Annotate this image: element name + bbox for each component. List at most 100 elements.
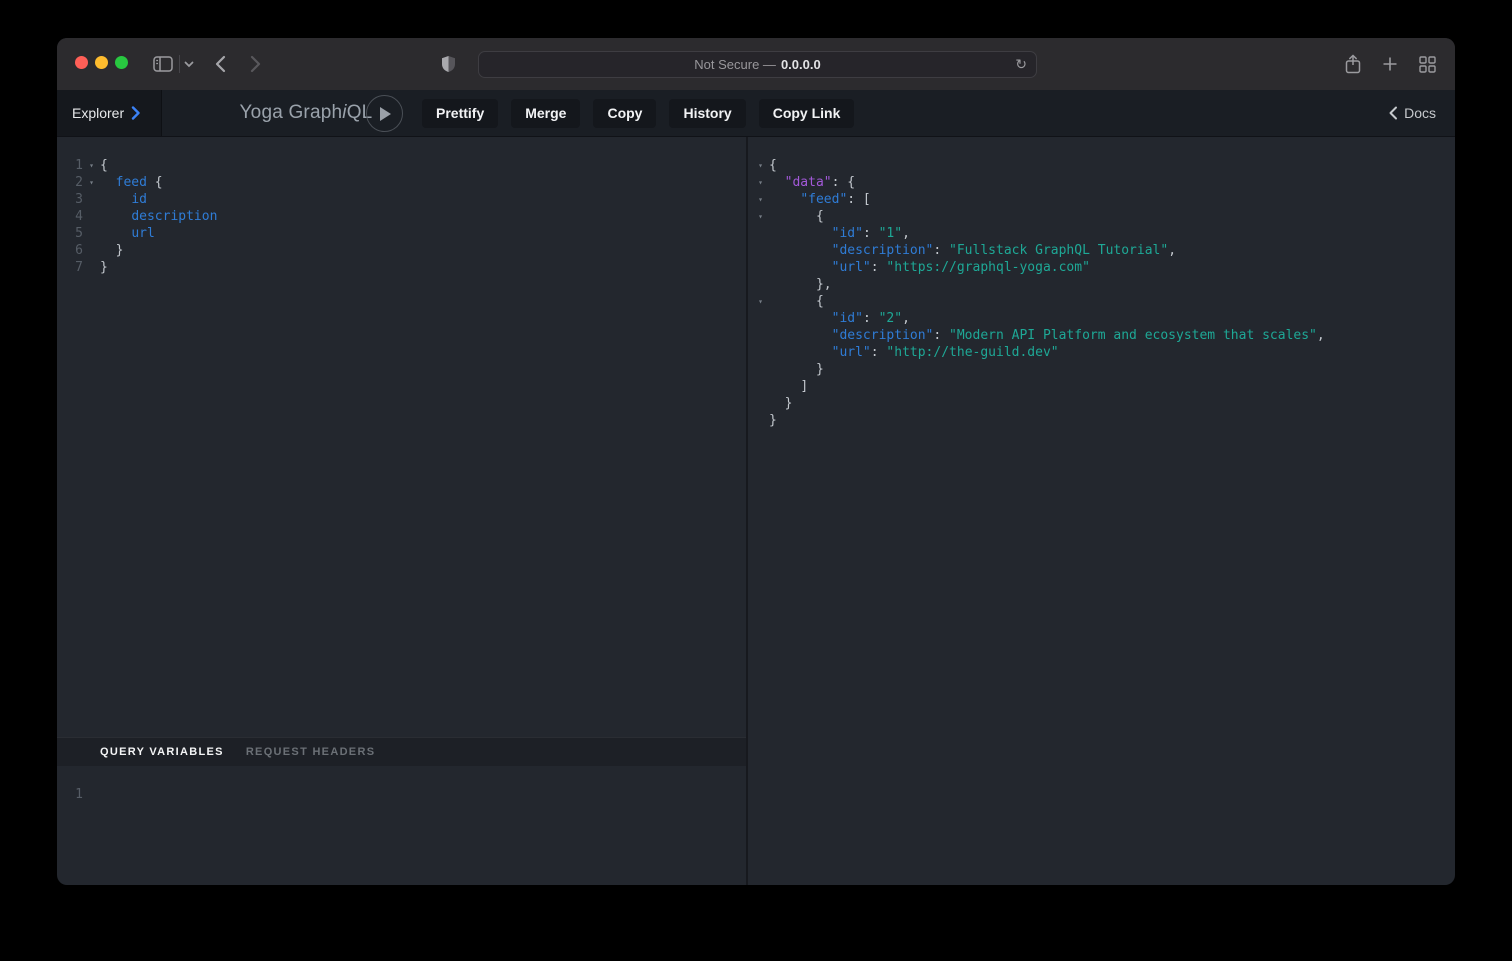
docs-toggle[interactable]: Docs — [1389, 105, 1436, 121]
code-line: } — [752, 361, 1455, 378]
left-column: 1▾{2▾ feed {3 id4 description5 url6 }7} … — [57, 137, 748, 885]
chevron-right-icon — [131, 106, 140, 120]
play-icon — [378, 106, 392, 122]
fold-arrow-icon[interactable]: ▾ — [752, 293, 769, 310]
line-number: 3 — [57, 191, 83, 208]
sidebar-dropdown-button[interactable] — [184, 52, 194, 76]
fold-spacer — [752, 259, 769, 276]
code-text: description — [100, 208, 217, 225]
code-line: } — [752, 395, 1455, 412]
chevron-left-icon — [215, 55, 226, 73]
tab-query-variables[interactable]: QUERY VARIABLES — [100, 746, 224, 758]
code-text: ] — [769, 378, 808, 395]
fold-spacer — [752, 327, 769, 344]
merge-button[interactable]: Merge — [511, 99, 580, 128]
prettify-button[interactable]: Prettify — [422, 99, 498, 128]
fold-arrow-icon[interactable]: ▾ — [752, 191, 769, 208]
zoom-window-button[interactable] — [115, 56, 128, 69]
fold-spacer — [752, 344, 769, 361]
history-button[interactable]: History — [669, 99, 745, 128]
line-number: 6 — [57, 242, 83, 259]
fold-spacer — [752, 242, 769, 259]
code-line: 6 } — [57, 242, 746, 259]
code-line: 5 url — [57, 225, 746, 242]
execute-query-button[interactable] — [366, 95, 403, 132]
code-text: { — [769, 293, 824, 310]
code-line: ▾ { — [752, 293, 1455, 310]
query-editor[interactable]: 1▾{2▾ feed {3 id4 description5 url6 }7} — [57, 137, 746, 737]
code-text: "id": "1", — [769, 225, 910, 242]
code-text: } — [769, 412, 777, 429]
tab-overview-button[interactable] — [1419, 52, 1436, 76]
fold-arrow-icon[interactable]: ▾ — [752, 157, 769, 174]
fold-arrow-icon[interactable]: ▾ — [83, 157, 100, 174]
plus-icon — [1382, 56, 1398, 72]
result-viewer: ▾{▾ "data": {▾ "feed": [▾ { "id": "1", "… — [748, 137, 1455, 885]
copy-button[interactable]: Copy — [593, 99, 656, 128]
code-text: "description": "Fullstack GraphQL Tutori… — [769, 242, 1176, 259]
code-text: } — [769, 395, 792, 412]
chevron-right-icon — [250, 55, 261, 73]
docs-label: Docs — [1404, 105, 1436, 121]
code-line: "url": "https://graphql-yoga.com" — [752, 259, 1455, 276]
main-area: 1▾{2▾ feed {3 id4 description5 url6 }7} … — [57, 137, 1455, 885]
fold-spacer — [752, 276, 769, 293]
sidebar-icon — [153, 56, 173, 72]
address-bar[interactable]: Not Secure — 0.0.0.0 ↻ — [478, 51, 1037, 78]
fold-arrow-icon[interactable]: ▾ — [752, 174, 769, 191]
traffic-lights — [75, 56, 128, 69]
code-text: feed { — [100, 174, 163, 191]
fold-arrow-icon[interactable]: ▾ — [752, 208, 769, 225]
graphiql-toolbar: Explorer Yoga GraphiQL Prettify Merge Co… — [57, 90, 1455, 137]
code-line: "description": "Modern API Platform and … — [752, 327, 1455, 344]
code-text: } — [100, 259, 108, 276]
share-icon — [1345, 54, 1361, 74]
code-text: "description": "Modern API Platform and … — [769, 327, 1325, 344]
copy-link-button[interactable]: Copy Link — [759, 99, 855, 128]
fold-spacer — [83, 242, 100, 259]
fold-spacer — [83, 259, 100, 276]
code-line: ▾ { — [752, 208, 1455, 225]
explorer-toggle[interactable]: Explorer — [57, 90, 162, 136]
browser-window: Not Secure — 0.0.0.0 ↻ — [57, 38, 1455, 885]
fold-spacer — [752, 395, 769, 412]
explorer-label: Explorer — [72, 105, 124, 121]
code-line: 4 description — [57, 208, 746, 225]
line-number: 7 — [57, 259, 83, 276]
code-line: 2▾ feed { — [57, 174, 746, 191]
fold-arrow-icon[interactable]: ▾ — [83, 174, 100, 191]
chevron-left-icon — [1389, 106, 1398, 120]
line-number: 5 — [57, 225, 83, 242]
close-window-button[interactable] — [75, 56, 88, 69]
back-button[interactable] — [215, 52, 226, 76]
line-number: 4 — [57, 208, 83, 225]
code-text: url — [100, 225, 155, 242]
code-text: } — [769, 361, 824, 378]
code-line: "url": "http://the-guild.dev" — [752, 344, 1455, 361]
shield-icon — [441, 55, 456, 73]
grid-icon — [1419, 56, 1436, 73]
line-number: 2 — [57, 174, 83, 191]
code-line: }, — [752, 276, 1455, 293]
browser-chrome: Not Secure — 0.0.0.0 ↻ — [57, 38, 1455, 90]
sidebar-toggle-button[interactable] — [153, 52, 173, 76]
tab-request-headers[interactable]: REQUEST HEADERS — [246, 746, 376, 758]
code-line: 3 id — [57, 191, 746, 208]
code-text: id — [100, 191, 147, 208]
code-text: "url": "http://the-guild.dev" — [769, 344, 1059, 361]
code-line: ▾ "feed": [ — [752, 191, 1455, 208]
share-button[interactable] — [1345, 52, 1361, 76]
new-tab-button[interactable] — [1382, 52, 1398, 76]
code-text: } — [100, 242, 123, 259]
security-label: Not Secure — — [694, 57, 776, 72]
query-variables-editor[interactable]: 1 — [57, 766, 746, 885]
reload-icon[interactable]: ↻ — [1015, 56, 1027, 73]
privacy-report-button[interactable] — [441, 52, 456, 76]
minimize-window-button[interactable] — [95, 56, 108, 69]
code-line: "id": "2", — [752, 310, 1455, 327]
line-number: 1 — [57, 786, 83, 803]
code-text: "feed": [ — [769, 191, 871, 208]
fold-spacer — [83, 208, 100, 225]
code-text: }, — [769, 276, 832, 293]
forward-button[interactable] — [250, 52, 261, 76]
